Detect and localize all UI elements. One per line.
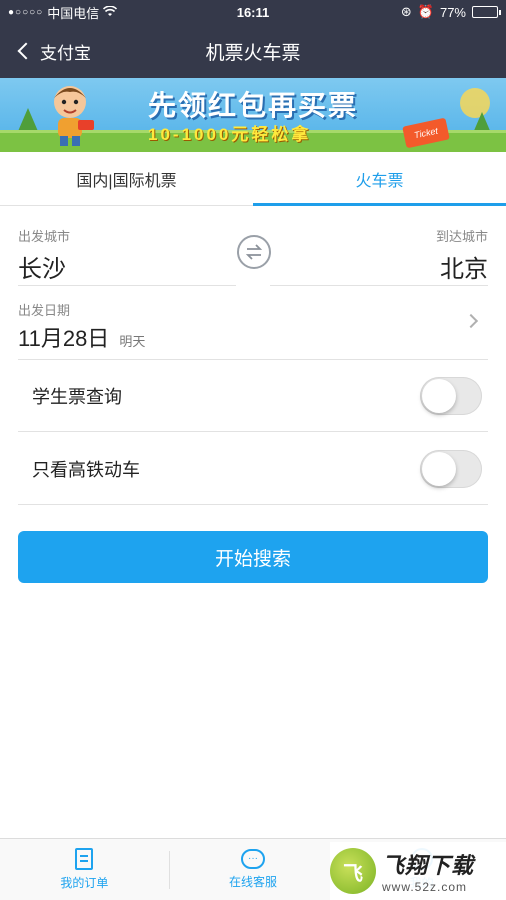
battery-percent: 77% [439, 4, 466, 20]
footer-support-label: 在线客服 [229, 875, 278, 889]
carrier-name: 中国电信 [47, 5, 100, 21]
promo-banner[interactable]: 先领红包再买票 10-1000元轻松拿 Ticket [0, 78, 506, 152]
student-ticket-label: 学生票查询 [32, 386, 122, 407]
rotation-lock-icon: ⊛ [400, 4, 412, 19]
footer-item-support[interactable]: ··· 在线客服 [168, 839, 338, 900]
cartoon-boy-illustration [54, 86, 94, 146]
departure-date-value-group: 11月28日 明天 [18, 321, 488, 353]
back-label: 支付宝 [40, 43, 91, 63]
departure-city-field[interactable]: 出发城市 长沙 [18, 206, 236, 286]
nav-bar: 支付宝 机票火车票 [0, 24, 506, 78]
departure-city-label: 出发城市 [18, 229, 71, 244]
banner-subline: 10-1000元轻松拿 [148, 125, 312, 144]
battery-icon [472, 6, 501, 18]
watermark-text: 飞翔下载 www.52z.com [382, 848, 474, 894]
toggle-knob [422, 451, 456, 486]
chat-icon: ··· [241, 849, 265, 869]
alarm-icon: ⏰ [417, 4, 434, 19]
arrival-city-value: 北京 [440, 256, 488, 283]
watermark-url: www.52z.com [382, 880, 468, 894]
mode-tabs: 国内|国际机票 火车票 [0, 152, 506, 206]
swap-cities-button[interactable] [237, 235, 271, 269]
status-bar: ●○○○○ 中国电信 16:11 ⊛ ⏰ 77% [0, 0, 506, 24]
footer-orders-label: 我的订单 [60, 876, 109, 890]
back-button[interactable]: 支付宝 [0, 24, 91, 78]
banner-headline: 先领红包再买票 [148, 90, 359, 121]
footer-item-orders[interactable]: 我的订单 [0, 839, 169, 900]
student-ticket-row: 学生票查询 [18, 360, 488, 432]
tab-flights[interactable]: 国内|国际机票 [0, 152, 253, 205]
departure-date-label: 出发日期 [18, 303, 71, 318]
relative-day-label: 明天 [119, 334, 146, 349]
tab-trains[interactable]: 火车票 [253, 152, 506, 206]
swap-icon [245, 244, 263, 260]
departure-date-value: 11月28日 [18, 326, 110, 351]
watermark: 飞 飞翔下载 www.52z.com [330, 842, 506, 900]
toggle-knob [422, 378, 456, 413]
high-speed-only-toggle[interactable] [420, 449, 482, 488]
arrival-city-field[interactable]: 到达城市 北京 [270, 206, 488, 286]
status-right: ⊛ ⏰ 77% [400, 4, 501, 20]
signal-icon: ●○○○○ [8, 6, 44, 18]
wifi-icon [103, 4, 118, 20]
orders-icon [75, 848, 94, 870]
departure-city-value: 长沙 [18, 256, 66, 283]
status-left: ●○○○○ 中国电信 [8, 3, 401, 22]
high-speed-only-label: 只看高铁动车 [32, 459, 140, 480]
student-ticket-toggle[interactable] [420, 376, 482, 415]
high-speed-only-row: 只看高铁动车 [18, 433, 488, 505]
watermark-logo: 飞 [330, 848, 376, 894]
departure-date-field[interactable]: 出发日期 11月28日 明天 [18, 288, 488, 360]
watermark-name: 飞翔下载 [382, 853, 475, 878]
chevron-left-icon [17, 42, 35, 60]
start-search-button[interactable]: 开始搜索 [18, 531, 488, 583]
arrival-city-label: 到达城市 [435, 229, 488, 244]
